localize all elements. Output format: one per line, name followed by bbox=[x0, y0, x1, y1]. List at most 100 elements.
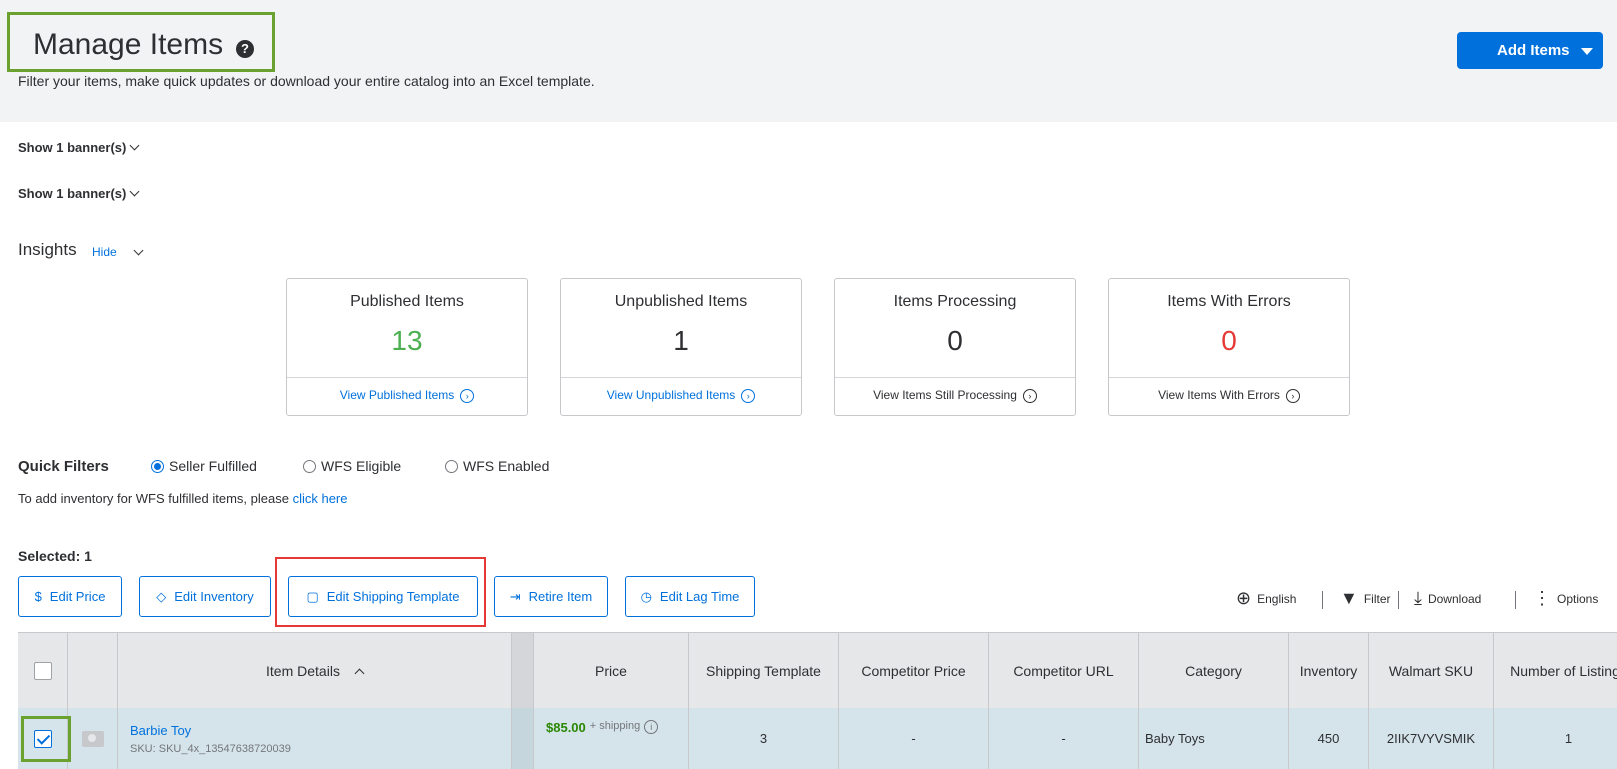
view-published-link[interactable]: View Published Items › bbox=[287, 388, 527, 403]
button-label: Edit Shipping Template bbox=[326, 589, 460, 604]
banner-label: Show 1 banner(s) bbox=[18, 186, 127, 201]
camera-icon bbox=[81, 730, 104, 747]
radio-seller-fulfilled[interactable]: Seller Fulfilled bbox=[151, 458, 257, 474]
insight-card-processing: Items Processing 0 View Items Still Proc… bbox=[834, 278, 1076, 416]
divider bbox=[1398, 591, 1399, 609]
header-number-of-listings[interactable]: Number of Listings bbox=[1494, 633, 1617, 709]
insight-card-published: Published Items 13 View Published Items › bbox=[286, 278, 528, 416]
banner-label: Show 1 banner(s) bbox=[18, 140, 127, 155]
sort-ascending-icon bbox=[354, 668, 365, 678]
arrow-circle-icon: › bbox=[741, 388, 756, 403]
show-banner-toggle[interactable]: Show 1 banner(s) bbox=[18, 186, 140, 201]
retire-icon: ⇥ bbox=[509, 588, 521, 604]
radio-label: WFS Enabled bbox=[463, 458, 550, 474]
view-errors-link[interactable]: View Items With Errors › bbox=[1109, 388, 1349, 403]
click-here-link[interactable]: click here bbox=[293, 491, 348, 506]
show-banner-toggle[interactable]: Show 1 banner(s) bbox=[18, 140, 140, 155]
item-details-cell: Barbie Toy SKU: SKU_4x_13547638720039 bbox=[118, 708, 512, 769]
globe-icon: ⊕ bbox=[1236, 588, 1252, 608]
header-competitor-url[interactable]: Competitor URL bbox=[989, 633, 1139, 709]
button-label: Edit Price bbox=[49, 589, 106, 604]
download-button[interactable]: ⤓ Download bbox=[1414, 588, 1481, 609]
download-icon: ⤓ bbox=[1414, 588, 1422, 608]
header-inventory[interactable]: Inventory bbox=[1289, 633, 1369, 709]
wfs-note-text: To add inventory for WFS fulfilled items… bbox=[18, 491, 289, 506]
header-price[interactable]: Price bbox=[534, 633, 689, 709]
radio-wfs-eligible[interactable]: WFS Eligible bbox=[303, 458, 401, 474]
tool-label: English bbox=[1257, 591, 1297, 606]
add-items-button[interactable]: Add Items bbox=[1457, 32, 1603, 69]
tool-label: Filter bbox=[1363, 591, 1391, 606]
card-divider bbox=[561, 377, 801, 378]
view-unpublished-link[interactable]: View Unpublished Items › bbox=[561, 388, 801, 403]
edit-price-button[interactable]: $ Edit Price bbox=[18, 576, 122, 617]
radio-unselected-icon bbox=[303, 460, 316, 473]
radio-selected-icon bbox=[151, 460, 164, 473]
dollar-circle-icon: $ bbox=[34, 589, 42, 604]
header-label: Item Details bbox=[266, 663, 340, 679]
card-divider bbox=[1109, 377, 1349, 378]
chevron-down-icon[interactable] bbox=[130, 244, 144, 262]
select-all-checkbox[interactable] bbox=[33, 662, 52, 680]
info-icon[interactable]: i bbox=[644, 720, 659, 734]
card-title: Items With Errors bbox=[1167, 293, 1291, 310]
walmart-sku-cell: 2IIK7VYVSMIK bbox=[1369, 708, 1494, 769]
view-processing-link[interactable]: View Items Still Processing › bbox=[835, 388, 1075, 403]
header-category[interactable]: Category bbox=[1139, 633, 1289, 709]
retire-item-button[interactable]: ⇥ Retire Item bbox=[494, 576, 608, 617]
chevron-down-icon bbox=[129, 140, 140, 151]
header-shipping-template[interactable]: Shipping Template bbox=[689, 633, 839, 709]
item-image-cell bbox=[68, 708, 118, 769]
image-header-cell bbox=[68, 633, 118, 709]
card-link-label: View Items Still Processing bbox=[873, 388, 1017, 402]
arrow-circle-icon: › bbox=[1285, 388, 1300, 403]
language-selector[interactable]: ⊕ English bbox=[1236, 588, 1296, 609]
edit-shipping-template-button[interactable]: ▢ Edit Shipping Template bbox=[288, 576, 478, 617]
page-subtitle: Filter your items, make quick updates or… bbox=[18, 73, 595, 89]
arrow-circle-icon: › bbox=[460, 388, 475, 403]
header-competitor-price[interactable]: Competitor Price bbox=[839, 633, 989, 709]
edit-inventory-button[interactable]: ◇ Edit Inventory bbox=[139, 576, 271, 617]
table-row[interactable]: Barbie Toy SKU: SKU_4x_13547638720039 $8… bbox=[18, 708, 1617, 769]
radio-wfs-enabled[interactable]: WFS Enabled bbox=[445, 458, 549, 474]
clock-icon: ◷ bbox=[640, 588, 652, 604]
tool-label: Options bbox=[1557, 591, 1599, 606]
column-resizer bbox=[512, 708, 534, 769]
insight-card-errors: Items With Errors 0 View Items With Erro… bbox=[1108, 278, 1350, 416]
card-value: 13 bbox=[391, 325, 423, 356]
button-label: Edit Inventory bbox=[174, 589, 254, 604]
item-sku: SKU: SKU_4x_13547638720039 bbox=[130, 742, 291, 755]
insights-hide-link[interactable]: Hide bbox=[92, 245, 117, 259]
category-cell: Baby Toys bbox=[1139, 708, 1289, 769]
button-label: Retire Item bbox=[528, 589, 593, 604]
tag-icon: ◇ bbox=[156, 588, 167, 604]
more-options-icon: ⋮ bbox=[1533, 588, 1551, 608]
edit-lag-time-button[interactable]: ◷ Edit Lag Time bbox=[625, 576, 755, 617]
chevron-down-icon bbox=[129, 186, 140, 197]
filter-button[interactable]: ▼ Filter bbox=[1340, 588, 1391, 609]
header-item-details[interactable]: Item Details bbox=[118, 633, 512, 709]
card-link-label: View Unpublished Items bbox=[606, 388, 736, 402]
shipping-template-cell: 3 bbox=[689, 708, 839, 769]
chevron-down-icon[interactable] bbox=[1581, 48, 1593, 55]
table-header: Item Details Price Shipping Template Com… bbox=[18, 632, 1617, 709]
insight-card-unpublished: Unpublished Items 1 View Unpublished Ite… bbox=[560, 278, 802, 416]
divider bbox=[1515, 591, 1516, 609]
competitor-url-cell: - bbox=[989, 708, 1139, 769]
card-title: Items Processing bbox=[893, 293, 1017, 310]
listings-cell: 1 bbox=[1494, 708, 1617, 769]
shipping-note: + shipping bbox=[589, 720, 641, 732]
header-walmart-sku[interactable]: Walmart SKU bbox=[1369, 633, 1494, 709]
funnel-icon: ▼ bbox=[1340, 588, 1358, 608]
quick-filters-label: Quick Filters bbox=[18, 458, 109, 475]
column-resizer[interactable] bbox=[512, 633, 534, 709]
divider bbox=[1322, 591, 1323, 609]
wfs-note: To add inventory for WFS fulfilled items… bbox=[18, 491, 348, 506]
options-button[interactable]: ⋮ Options bbox=[1533, 588, 1598, 609]
items-table: Item Details Price Shipping Template Com… bbox=[18, 632, 1617, 769]
card-link-label: View Items With Errors bbox=[1158, 388, 1280, 402]
item-name-link[interactable]: Barbie Toy bbox=[130, 723, 291, 738]
radio-unselected-icon bbox=[445, 460, 458, 473]
help-icon[interactable]: ? bbox=[236, 40, 254, 58]
price-value: $85.00 bbox=[546, 720, 586, 735]
